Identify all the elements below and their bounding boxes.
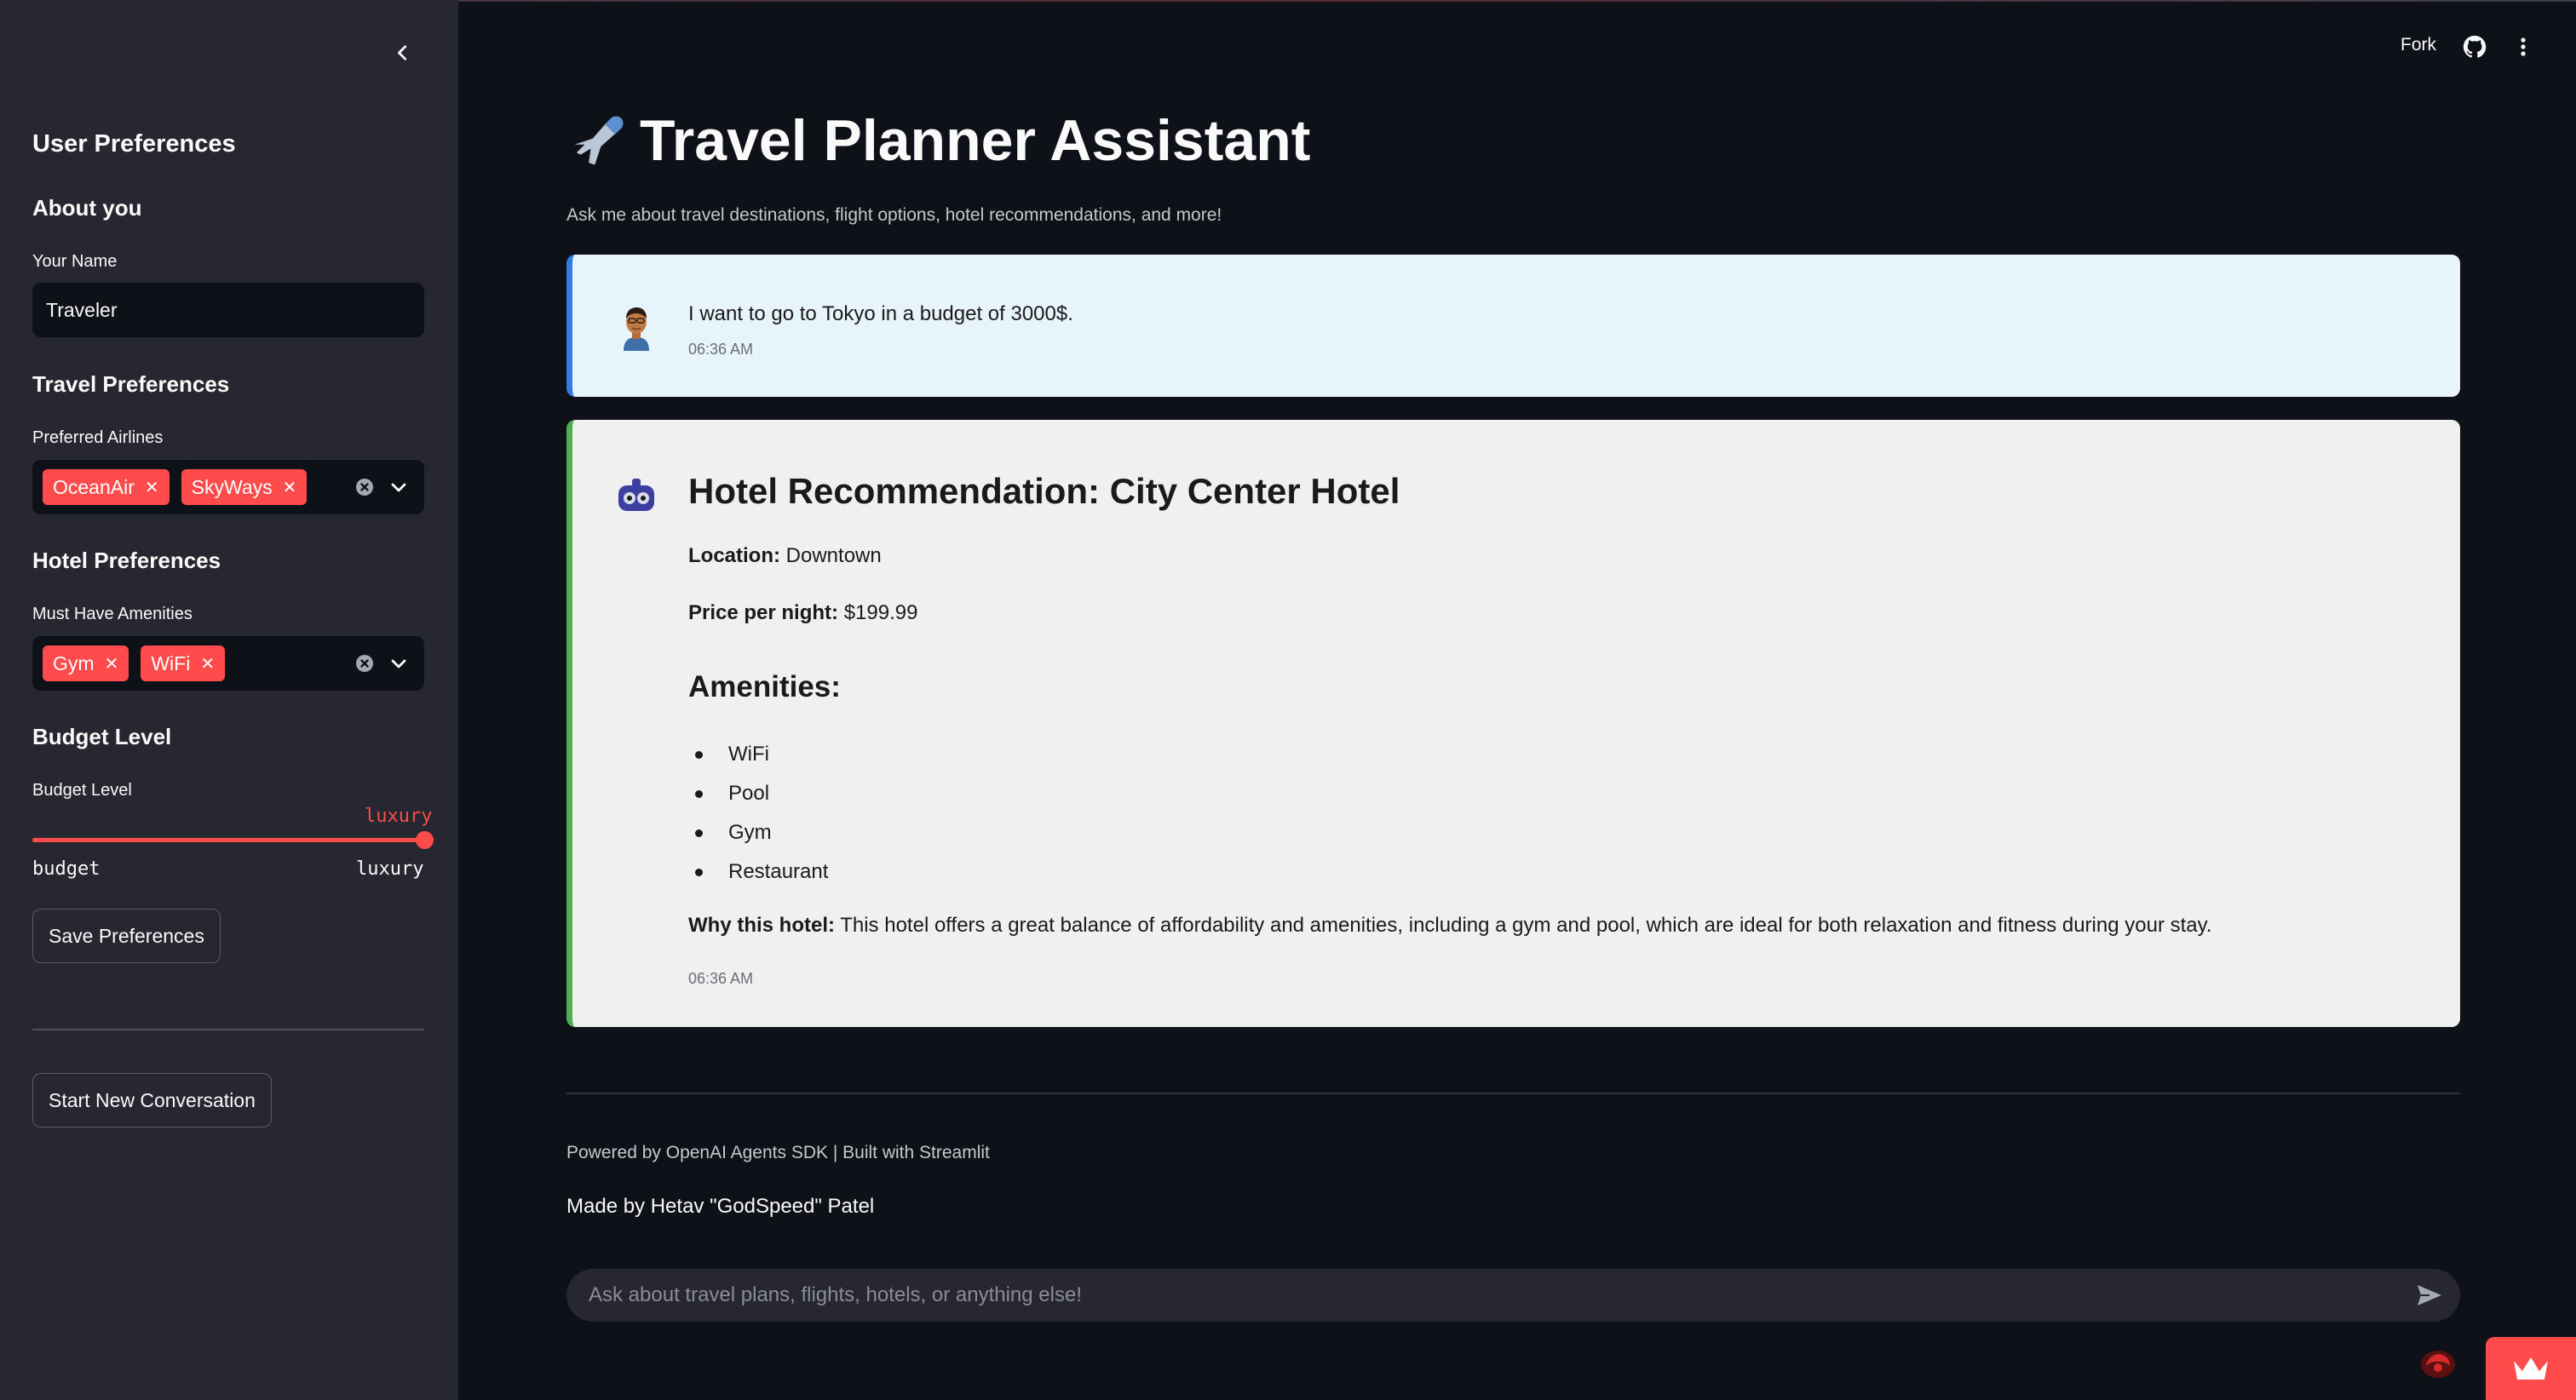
amenities-multiselect[interactable]: Gym ✕ WiFi ✕ [32, 636, 424, 691]
budget-label: Budget Level [32, 781, 132, 800]
chip-airline: OceanAir ✕ [43, 469, 170, 505]
list-item: Restaurant [688, 852, 828, 892]
why-value: This hotel offers a great balance of aff… [840, 914, 2212, 937]
airlines-label: Preferred Airlines [32, 428, 164, 447]
list-item: Gym [688, 813, 828, 852]
chip-amenity: Gym ✕ [43, 645, 129, 681]
travel-heading: Travel Preferences [32, 371, 230, 397]
why-label: Why this hotel: [688, 914, 835, 937]
deploy-button[interactable] [2486, 1337, 2576, 1400]
chip-label: Gym [53, 651, 95, 674]
remove-chip-icon[interactable]: ✕ [200, 653, 215, 674]
chat-input-container [566, 1269, 2460, 1322]
hotel-heading: Hotel Recommendation: City Center Hotel [688, 471, 1400, 511]
price-line: Price per night: $199.99 [688, 601, 917, 625]
sidebar-collapse-button[interactable] [388, 37, 418, 68]
start-new-conversation-button[interactable]: Start New Conversation [32, 1073, 272, 1127]
page-title: Travel Planner Assistant [566, 107, 1310, 174]
chip-label: WiFi [151, 651, 191, 674]
chip-amenity: WiFi ✕ [141, 645, 226, 681]
save-preferences-button[interactable]: Save Preferences [32, 909, 221, 963]
remove-chip-icon[interactable]: ✕ [145, 477, 159, 498]
list-item: WiFi [688, 735, 828, 774]
airlines-multiselect[interactable]: OceanAir ✕ SkyWays ✕ [32, 460, 424, 514]
sidebar-divider [32, 1029, 424, 1030]
powered-by-text: Powered by OpenAI Agents SDK | Built wit… [566, 1143, 990, 1162]
robot-avatar-icon [618, 479, 654, 511]
slider-min-label: budget [32, 858, 101, 880]
chat-input[interactable] [589, 1283, 2378, 1307]
name-input[interactable] [32, 283, 424, 337]
crown-icon [2514, 1357, 2548, 1380]
made-by-text: Made by Hetav "GodSpeed" Patel [566, 1195, 875, 1218]
amenities-label: Must Have Amenities [32, 605, 193, 623]
remove-chip-icon[interactable]: ✕ [283, 477, 297, 498]
assistant-message: Hotel Recommendation: City Center Hotel … [566, 420, 2460, 1027]
airplane-icon [574, 116, 624, 165]
price-label: Price per night: [688, 601, 839, 624]
sidebar-heading: User Preferences [32, 130, 236, 158]
github-icon[interactable] [2462, 34, 2487, 60]
location-value: Downtown [785, 544, 882, 567]
slider-fill [32, 838, 424, 842]
chevron-down-icon[interactable] [388, 477, 409, 497]
app-badge-icon[interactable] [2418, 1347, 2458, 1381]
send-icon[interactable] [2416, 1282, 2443, 1308]
main-divider [566, 1093, 2460, 1094]
price-value: $199.99 [843, 601, 918, 624]
why-line: Why this hotel: This hotel offers a grea… [688, 914, 2212, 938]
assistant-message-time: 06:36 AM [688, 970, 754, 987]
amenities-heading: Amenities: [688, 670, 841, 703]
sidebar: User Preferences About you Your Name Tra… [0, 0, 458, 1400]
name-label: Your Name [32, 252, 118, 271]
user-avatar-icon [624, 307, 649, 351]
list-item: Pool [688, 774, 828, 813]
slider-thumb[interactable] [416, 831, 434, 849]
chevron-left-icon [398, 45, 407, 60]
budget-heading: Budget Level [32, 724, 172, 749]
user-message-text: I want to go to Tokyo in a budget of 300… [688, 302, 1073, 325]
budget-slider[interactable] [32, 831, 434, 849]
clear-circle-icon[interactable] [354, 477, 375, 497]
hotel-heading: Hotel Preferences [32, 548, 221, 573]
fork-link[interactable]: Fork [2401, 35, 2436, 55]
page-subtitle: Ask me about travel destinations, flight… [566, 205, 1222, 225]
amenities-list: WiFi Pool Gym Restaurant [688, 735, 828, 892]
location-label: Location: [688, 544, 780, 567]
user-message-time: 06:36 AM [688, 341, 754, 358]
user-message: I want to go to Tokyo in a budget of 300… [566, 255, 2460, 397]
chip-label: SkyWays [191, 475, 273, 498]
clear-circle-icon[interactable] [354, 653, 375, 674]
chip-airline: SkyWays ✕ [181, 469, 308, 505]
remove-chip-icon[interactable]: ✕ [105, 653, 119, 674]
chip-label: OceanAir [53, 475, 135, 498]
more-vertical-icon[interactable] [2513, 34, 2533, 60]
about-heading: About you [32, 195, 142, 221]
slider-current-value: luxury [365, 806, 433, 827]
page-title-text: Travel Planner Assistant [640, 108, 1311, 173]
chevron-down-icon[interactable] [388, 653, 409, 674]
slider-max-label: luxury [356, 858, 424, 880]
location-line: Location: Downtown [688, 544, 882, 568]
